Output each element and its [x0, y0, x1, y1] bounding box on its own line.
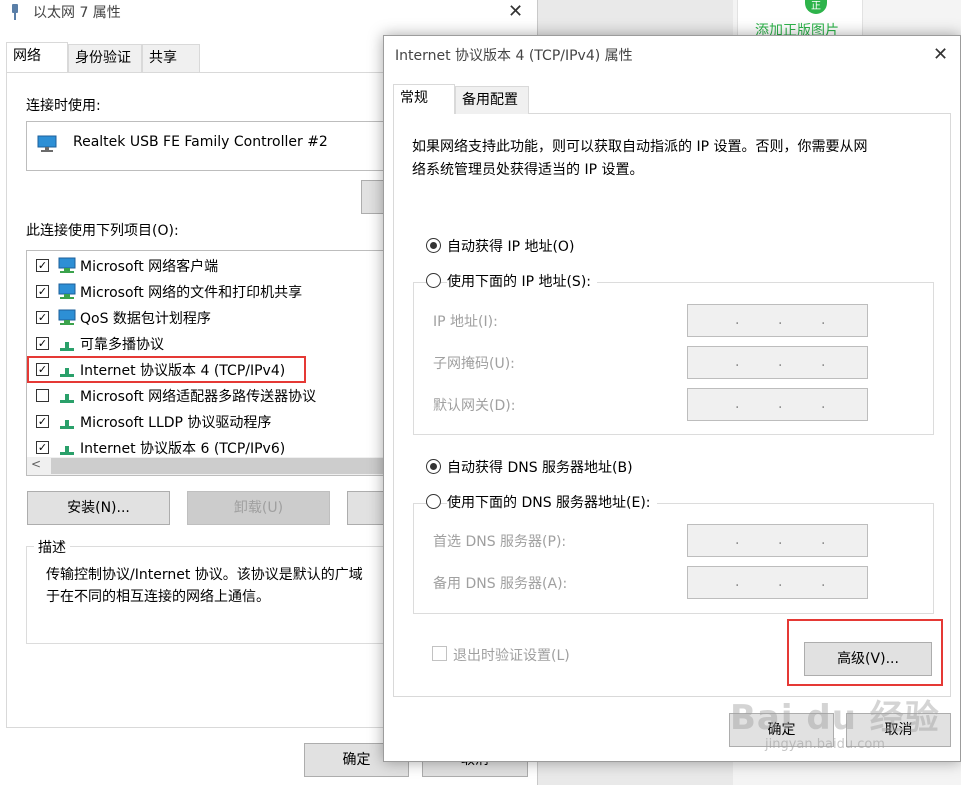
tab-alternate-config[interactable]: 备用配置: [455, 86, 529, 114]
qos-icon: [58, 309, 76, 325]
intro-line: 如果网络支持此功能，则可以获取自动指派的 IP 设置。否则，你需要从网: [412, 139, 868, 155]
scrollbar-thumb[interactable]: [51, 458, 385, 474]
list-item-label: QoS 数据包计划程序: [80, 311, 211, 327]
description-text: 传输控制协议/Internet 协议。该协议是默认的广域 于在不同的相互连接的网…: [46, 564, 386, 608]
subnet-mask-field[interactable]: ...: [687, 346, 868, 379]
list-item-label: Microsoft 网络适配器多路传送器协议: [80, 389, 317, 405]
ip-address-field[interactable]: ...: [687, 304, 868, 337]
preferred-dns-label: 首选 DNS 服务器(P):: [433, 534, 567, 550]
protocol-icon: [60, 420, 74, 429]
preferred-dns-field[interactable]: ...: [687, 524, 868, 557]
items-label: 此连接使用下列项目(O):: [26, 223, 179, 239]
list-item[interactable]: ✓ Microsoft 网络客户端: [27, 253, 385, 279]
ipv4-close-button[interactable]: ✕: [933, 44, 948, 65]
protocol-icon: [60, 342, 74, 351]
list-item[interactable]: Microsoft 网络适配器多路传送器协议: [27, 383, 385, 409]
monitor-icon: [37, 135, 57, 152]
list-item[interactable]: ✓ Microsoft 网络的文件和打印机共享: [27, 279, 385, 305]
gateway-label: 默认网关(D):: [433, 398, 516, 414]
auto-ip-label[interactable]: 自动获得 IP 地址(O): [447, 236, 581, 256]
gateway-field[interactable]: ...: [687, 388, 868, 421]
validate-checkbox[interactable]: [432, 646, 447, 661]
list-item-label: Internet 协议版本 6 (TCP/IPv6): [80, 441, 286, 457]
list-item-label: 可靠多播协议: [80, 337, 164, 353]
intro-text: 如果网络支持此功能，则可以获取自动指派的 IP 设置。否则，你需要从网 络系统管…: [412, 136, 932, 182]
manual-dns-radio[interactable]: [426, 494, 441, 509]
checkbox[interactable]: ✓: [36, 311, 49, 324]
install-button[interactable]: 安装(N)...: [27, 491, 170, 525]
ethernet-window-title: 以太网 7 属性: [33, 5, 121, 21]
checkbox[interactable]: ✓: [36, 415, 49, 428]
list-item-label: Microsoft 网络的文件和打印机共享: [80, 285, 303, 301]
alternate-dns-field[interactable]: ...: [687, 566, 868, 599]
list-item[interactable]: ✓ 可靠多播协议: [27, 331, 385, 357]
adapter-box: Realtek USB FE Family Controller #2: [26, 121, 386, 171]
tab-authentication[interactable]: 身份验证: [68, 44, 142, 72]
auto-ip-radio[interactable]: [426, 238, 441, 253]
manual-dns-label[interactable]: 使用下面的 DNS 服务器地址(E):: [447, 492, 657, 512]
ethernet-close-button[interactable]: ✕: [508, 3, 526, 21]
checkbox[interactable]: [36, 389, 49, 402]
auto-dns-label[interactable]: 自动获得 DNS 服务器地址(B): [447, 457, 639, 477]
description-line: 传输控制协议/Internet 协议。该协议是默认的广域: [46, 567, 363, 583]
description-legend: 描述: [34, 537, 70, 557]
manual-ip-label[interactable]: 使用下面的 IP 地址(S):: [447, 271, 597, 291]
tab-sharing[interactable]: 共享: [142, 44, 200, 72]
baidu-watermark: Bai du 经验: [730, 698, 940, 738]
validate-label: 退出时验证设置(L): [453, 648, 570, 664]
ip-address-label: IP 地址(I):: [433, 314, 498, 330]
properties-button[interactable]: [347, 491, 387, 525]
list-item-label: Microsoft 网络客户端: [80, 259, 219, 275]
alternate-dns-label: 备用 DNS 服务器(A):: [433, 576, 568, 592]
checkbox[interactable]: ✓: [36, 285, 49, 298]
ipv4-highlight-box: [27, 356, 306, 383]
manual-ip-radio[interactable]: [426, 273, 441, 288]
list-item-label: Microsoft LLDP 协议驱动程序: [80, 415, 272, 431]
advanced-highlight-box: [787, 619, 943, 686]
subnet-mask-label: 子网掩码(U):: [433, 356, 515, 372]
auto-dns-radio[interactable]: [426, 459, 441, 474]
network-client-icon: [58, 257, 76, 273]
protocol-icon: [60, 446, 74, 455]
adapter-name: Realtek USB FE Family Controller #2: [73, 134, 328, 150]
uninstall-button[interactable]: 卸载(U): [187, 491, 330, 525]
list-item[interactable]: ✓ QoS 数据包计划程序: [27, 305, 385, 331]
connect-using-label: 连接时使用:: [26, 98, 101, 114]
list-item[interactable]: ✓ Microsoft LLDP 协议驱动程序: [27, 409, 385, 435]
network-adapter-icon: [12, 4, 18, 20]
checkbox[interactable]: ✓: [36, 441, 49, 454]
scroll-left-icon[interactable]: <: [31, 457, 41, 471]
file-sharing-icon: [58, 283, 76, 299]
description-line: 于在不同的相互连接的网络上通信。: [46, 589, 270, 605]
protocol-icon: [60, 394, 74, 403]
intro-line: 络系统管理员处获得适当的 IP 设置。: [412, 162, 644, 178]
checkbox[interactable]: ✓: [36, 259, 49, 272]
checkbox[interactable]: ✓: [36, 337, 49, 350]
tab-network[interactable]: 网络: [6, 42, 68, 72]
baidu-watermark-url: jingyan.baidu.com: [765, 737, 885, 752]
ipv4-window-title: Internet 协议版本 4 (TCP/IPv4) 属性: [395, 48, 633, 64]
tab-general[interactable]: 常规: [393, 84, 455, 114]
